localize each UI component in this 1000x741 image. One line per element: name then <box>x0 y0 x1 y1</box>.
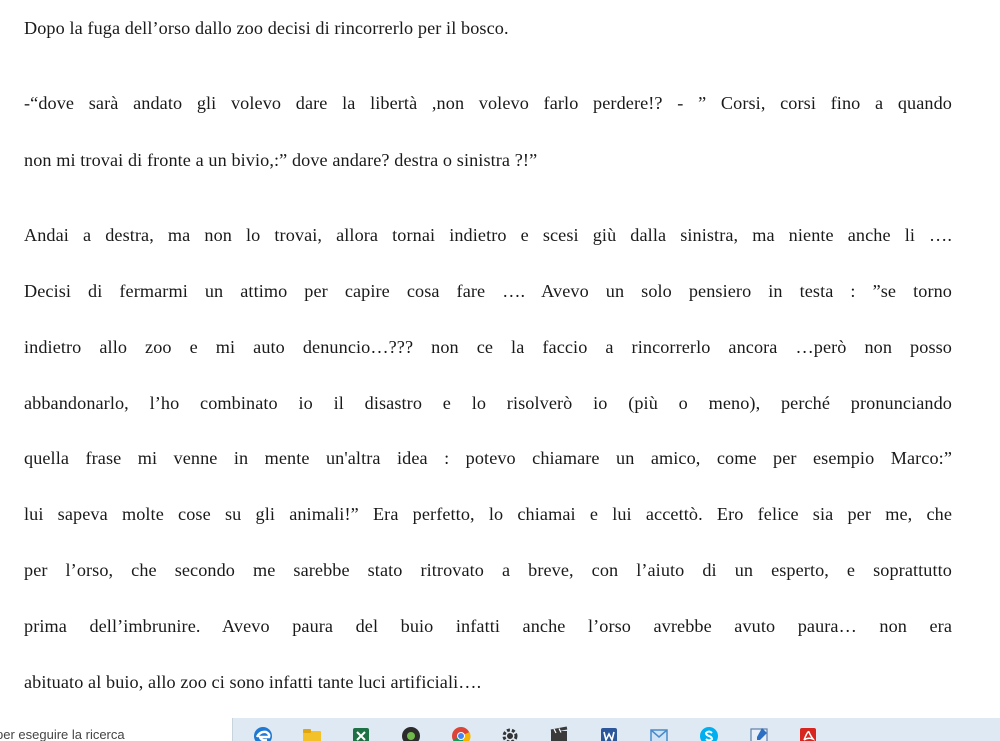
paint-icon[interactable] <box>748 725 770 741</box>
doc-line-11: prima dell’imbrunire. Avevo paura del bu… <box>24 616 952 636</box>
doc-line-12: abituato al buio, allo zoo ci sono infat… <box>24 672 482 692</box>
mail-icon[interactable] <box>648 725 670 741</box>
doc-line-7: abbandonarlo, l’ho combinato io il disas… <box>24 393 952 413</box>
system-tray <box>832 718 1000 741</box>
document-page: Dopo la fuga dell’orso dallo zoo decisi … <box>0 0 1000 718</box>
doc-line-3: non mi trovai di fronte a un bivio,:” do… <box>24 150 538 170</box>
doc-line-5: Decisi di fermarmi un attimo per capire … <box>24 281 952 301</box>
settings-icon[interactable] <box>499 725 521 741</box>
doc-line-4: Andai a destra, ma non lo trovai, allora… <box>24 225 952 245</box>
search-placeholder: per eseguire la ricerca <box>0 727 125 741</box>
edge-icon[interactable] <box>252 725 274 741</box>
taskbar: per eseguire la ricerca <box>0 718 1000 741</box>
acrobat-icon[interactable] <box>797 725 819 741</box>
doc-line-2: -“dove sarà andato gli volevo dare la li… <box>24 93 952 113</box>
taskbar-search-box[interactable]: per eseguire la ricerca <box>0 718 233 741</box>
doc-line-1: Dopo la fuga dell’orso dallo zoo decisi … <box>24 18 509 38</box>
excel-icon[interactable] <box>350 725 372 741</box>
chrome-icon[interactable] <box>450 725 472 741</box>
file-explorer-icon[interactable] <box>301 725 323 741</box>
media-icon[interactable] <box>400 725 422 741</box>
skype-icon[interactable] <box>698 725 720 741</box>
doc-line-9: lui sapeva molte cose su gli animali!” E… <box>24 504 952 524</box>
doc-line-10: per l’orso, che secondo me sarebbe stato… <box>24 560 952 580</box>
film-icon[interactable] <box>548 725 570 741</box>
word-icon[interactable] <box>598 725 620 741</box>
doc-line-6: indietro allo zoo e mi auto denuncio…???… <box>24 337 952 357</box>
doc-line-8: quella frase mi venne in mente un'altra … <box>24 448 952 468</box>
